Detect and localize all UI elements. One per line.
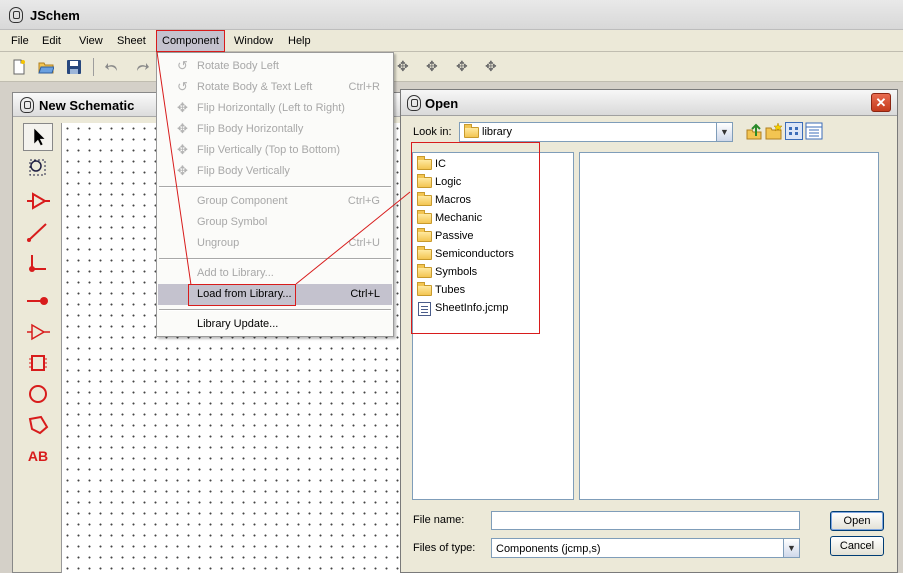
- redo-icon[interactable]: [134, 59, 150, 75]
- look-in-value: library: [482, 126, 512, 138]
- rotate-left-icon: ↺: [177, 58, 188, 73]
- schematic-title: New Schematic: [39, 98, 135, 113]
- file-list-highlight-box: [411, 142, 540, 334]
- files-of-type-label: Files of type:: [413, 542, 476, 554]
- flip-body-horizontal-icon: ✥: [177, 121, 188, 136]
- menu-flip-body-vertically[interactable]: ✥ Flip Body Vertically: [158, 161, 392, 182]
- menu-flip-horizontally[interactable]: ✥ Flip Horizontally (Left to Right): [158, 98, 392, 119]
- save-icon[interactable]: [66, 59, 82, 75]
- menu-view[interactable]: View: [74, 30, 108, 52]
- menu-library-update[interactable]: Library Update...: [158, 314, 392, 335]
- pin-icon[interactable]: [23, 287, 53, 315]
- file-name-label: File name:: [413, 514, 465, 526]
- menu-flip-body-horizontally[interactable]: ✥ Flip Body Horizontally: [158, 119, 392, 140]
- dialog-window-icon: [407, 95, 421, 111]
- menu-file[interactable]: File: [6, 30, 34, 52]
- menu-rotate-body-text-left[interactable]: ↺ Rotate Body & Text Left Ctrl+R: [158, 77, 392, 98]
- menu-sheet[interactable]: Sheet: [112, 30, 151, 52]
- details-view-icon[interactable]: [805, 122, 823, 140]
- file-name-input[interactable]: [491, 511, 800, 530]
- load-from-library-highlight-box: [188, 284, 296, 306]
- flip-vertical-icon[interactable]: ✥: [456, 58, 468, 75]
- wire-icon[interactable]: [23, 218, 53, 246]
- flip-body-horizontal-icon[interactable]: ✥: [426, 58, 438, 75]
- new-folder-icon[interactable]: [765, 122, 783, 140]
- open-folder-icon[interactable]: [38, 59, 54, 75]
- chip-icon[interactable]: [23, 349, 53, 377]
- open-dialog: Open ✕ Look in: library ▼ IC Logic Macro…: [400, 89, 898, 573]
- new-file-icon[interactable]: [11, 59, 27, 75]
- menu-flip-vertically[interactable]: ✥ Flip Vertically (Top to Bottom): [158, 140, 392, 161]
- look-in-label: Look in:: [413, 126, 452, 138]
- menubar: File Edit View Sheet Component Window He…: [0, 30, 903, 52]
- flip-body-vertical-icon[interactable]: ✥: [485, 58, 497, 75]
- flip-horizontal-icon: ✥: [177, 100, 188, 115]
- zoom-select-icon[interactable]: [23, 154, 53, 182]
- close-icon[interactable]: ✕: [871, 93, 891, 112]
- menu-separator: [159, 309, 391, 311]
- files-of-type-value: Components (jcmp,s): [496, 543, 601, 555]
- select-arrow-icon[interactable]: [23, 123, 53, 151]
- toolbar: ✥ ✥ ✥ ✥: [0, 52, 903, 82]
- flip-vertical-icon: ✥: [177, 142, 188, 157]
- menu-separator: [159, 258, 391, 260]
- app-title: JSchem: [30, 8, 80, 23]
- dialog-titlebar[interactable]: Open ✕: [401, 90, 897, 116]
- menu-help[interactable]: Help: [283, 30, 316, 52]
- menu-add-to-library[interactable]: Add to Library...: [158, 263, 392, 284]
- menu-ungroup[interactable]: Ungroup Ctrl+U: [158, 233, 392, 254]
- menu-component[interactable]: Component: [156, 30, 225, 52]
- up-folder-icon[interactable]: [745, 122, 763, 140]
- junction-icon[interactable]: [23, 249, 53, 277]
- chevron-down-icon[interactable]: ▼: [783, 539, 799, 557]
- flip-body-vertical-icon: ✥: [177, 163, 188, 178]
- menu-group-component[interactable]: Group Component Ctrl+G: [158, 191, 392, 212]
- cancel-button[interactable]: Cancel: [830, 536, 884, 556]
- files-of-type-dropdown[interactable]: Components (jcmp,s) ▼: [491, 538, 800, 558]
- polygon-icon[interactable]: [23, 411, 53, 439]
- menu-separator: [159, 186, 391, 188]
- flip-horizontal-icon[interactable]: ✥: [397, 58, 409, 75]
- dialog-title: Open: [425, 96, 459, 111]
- folder-icon: [464, 124, 479, 138]
- rotate-text-left-icon: ↺: [177, 79, 188, 94]
- look-in-dropdown[interactable]: library ▼: [459, 122, 733, 142]
- menu-edit[interactable]: Edit: [37, 30, 66, 52]
- circle-icon[interactable]: [23, 380, 53, 408]
- menu-window[interactable]: Window: [229, 30, 278, 52]
- toolbar-separator: [93, 58, 94, 76]
- menu-rotate-body-left[interactable]: ↺ Rotate Body Left: [158, 56, 392, 77]
- menu-group-symbol[interactable]: Group Symbol: [158, 212, 392, 233]
- list-view-icon[interactable]: [785, 122, 803, 140]
- text-tool[interactable]: AB: [23, 442, 53, 470]
- chevron-down-icon[interactable]: ▼: [716, 123, 732, 141]
- triangle-icon[interactable]: [23, 318, 53, 346]
- app-titlebar: JSchem: [0, 0, 903, 30]
- undo-icon[interactable]: [104, 59, 120, 75]
- schematic-window-icon: [20, 97, 34, 113]
- file-preview-pane[interactable]: [579, 152, 879, 500]
- jschem-app-icon: [9, 7, 23, 23]
- buffer-icon[interactable]: [23, 187, 53, 215]
- open-button[interactable]: Open: [830, 511, 884, 531]
- tool-palette: AB: [19, 121, 59, 571]
